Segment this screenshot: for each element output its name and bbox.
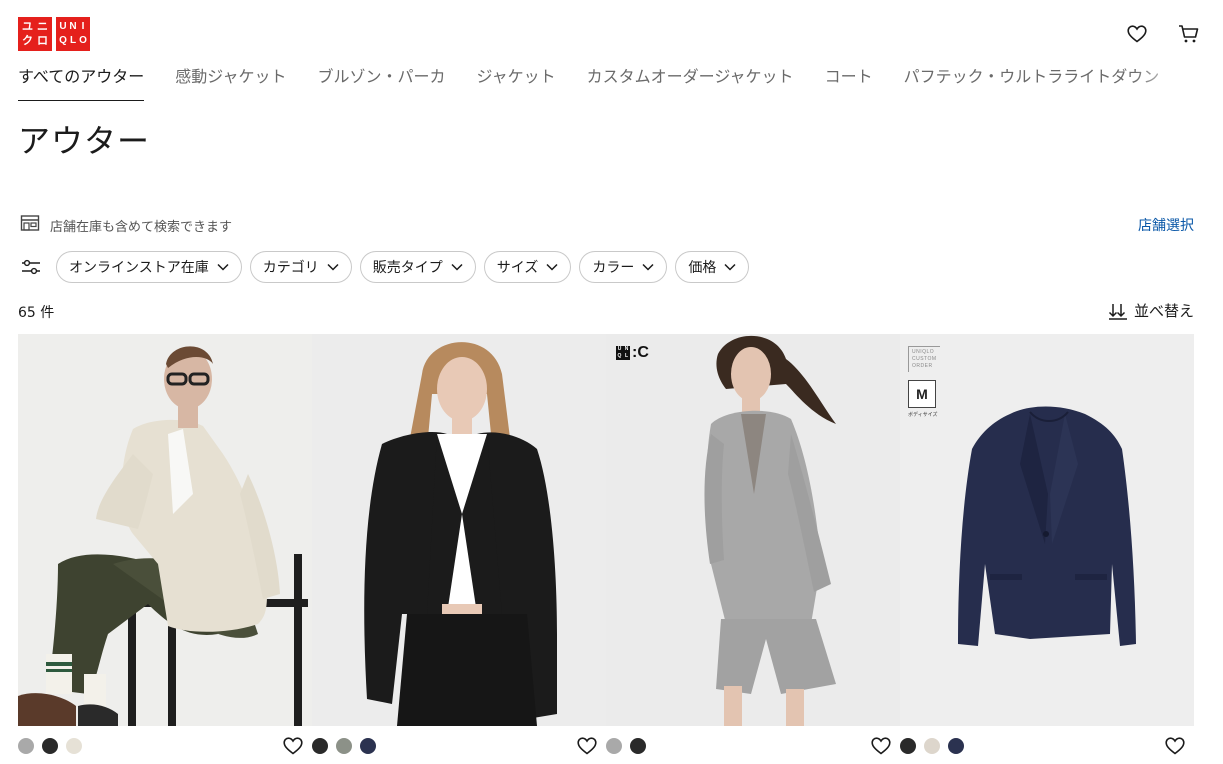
favorite-heart-icon[interactable] [870,735,892,757]
filter-settings-icon[interactable] [20,256,42,278]
tab-blouson-parka[interactable]: ブルゾン・パーカ [317,64,445,101]
store-icon [20,214,40,236]
favorite-heart-icon[interactable] [1164,735,1186,757]
store-search-text: 店舗在庫も含めて検索できます [50,219,233,235]
cart-icon[interactable] [1177,22,1201,46]
page-title: アウター [18,122,151,160]
product-image[interactable]: UNIQLO CUSTOM ORDER M ボディサイズ [900,334,1194,726]
filter-online-stock[interactable]: オンラインストア在庫 [56,251,242,283]
product-grid: UNQL :C UNIQLO CUSTOM ORDER M ボディサイズ [18,334,1194,764]
product-image[interactable]: UNQL :C [606,334,900,726]
tab-coat[interactable]: コート [825,64,873,101]
tab-custom-order-jacket[interactable]: カスタムオーダージャケット [587,64,794,101]
product-card[interactable]: UNQL :C [606,334,900,764]
color-swatch[interactable] [948,738,964,754]
tabs-fade-overlay [1133,64,1193,100]
custom-order-text: UNIQLO CUSTOM ORDER [908,346,940,372]
size-badge-caption: ボディサイズ [908,412,938,418]
chevron-down-icon [546,263,558,271]
color-swatch[interactable] [18,738,34,754]
chevron-down-icon [327,263,339,271]
chevron-down-icon [451,263,463,271]
uniqlo-logo[interactable]: ユ ニ ク ロ U N I Q L O [18,17,90,51]
badge-c-text: :C [632,344,649,361]
tab-kando-jacket[interactable]: 感動ジャケット [175,64,286,101]
color-swatches [312,738,376,754]
sort-button[interactable]: 並べ替え [1108,300,1194,321]
product-card[interactable]: UNIQLO CUSTOM ORDER M ボディサイズ [900,334,1194,764]
product-image[interactable] [18,334,312,726]
filter-price[interactable]: 価格 [675,251,750,283]
color-swatch[interactable] [66,738,82,754]
heart-icon[interactable] [1125,22,1149,46]
color-swatch[interactable] [606,738,622,754]
product-card[interactable] [312,334,606,764]
color-swatch[interactable] [42,738,58,754]
sort-icon [1108,303,1127,320]
filter-row: オンラインストア在庫 カテゴリ 販売タイプ サイズ カラー 価格 [20,251,750,283]
color-swatch[interactable] [360,738,376,754]
custom-order-badge: UNIQLO CUSTOM ORDER M ボディサイズ [908,346,944,418]
color-swatch[interactable] [924,738,940,754]
color-swatches [606,738,646,754]
store-search-row: 店舗在庫も含めて検索できます [20,214,232,236]
store-select-link[interactable]: 店舗選択 [1138,215,1194,235]
chevron-down-icon [642,263,654,271]
chevron-down-icon [217,263,229,271]
filter-size[interactable]: サイズ [483,251,572,283]
tab-all-outer[interactable]: すべてのアウター [18,64,145,101]
product-card[interactable] [18,334,312,764]
tab-jacket[interactable]: ジャケット [476,64,555,101]
results-count: 65 件 [18,305,55,321]
size-badge: M [908,380,936,408]
filter-category[interactable]: カテゴリ [249,251,352,283]
uniqlo-c-badge: UNQL :C [616,344,649,362]
color-swatch[interactable] [312,738,328,754]
color-swatches [900,738,964,754]
chevron-down-icon [724,263,736,271]
category-tabs: すべてのアウター 感動ジャケット ブルゾン・パーカ ジャケット カスタムオーダー… [18,64,1178,102]
logo-katakana: ユ ニ ク ロ [18,17,52,51]
uniqlo-mini-logo: UNQL [616,346,630,360]
color-swatches [18,738,82,754]
color-swatch[interactable] [630,738,646,754]
filter-color[interactable]: カラー [579,251,668,283]
logo-latin: U N I Q L O [56,17,90,51]
tab-pufftech-down[interactable]: パフテック・ウルトラライトダウン [904,64,1160,101]
favorite-heart-icon[interactable] [576,735,598,757]
product-image[interactable] [312,334,606,726]
color-swatch[interactable] [900,738,916,754]
filter-sales-type[interactable]: 販売タイプ [359,251,476,283]
color-swatch[interactable] [336,738,352,754]
favorite-heart-icon[interactable] [282,735,304,757]
